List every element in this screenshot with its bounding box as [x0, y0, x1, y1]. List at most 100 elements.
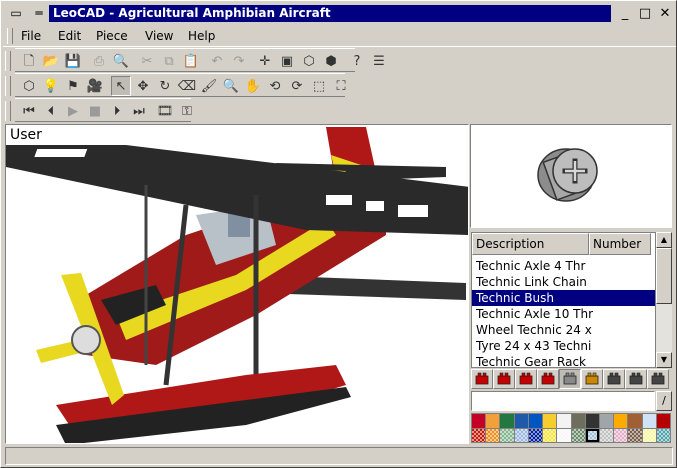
- new-file-icon[interactable]: 🗋: [19, 51, 39, 71]
- properties-icon[interactable]: ☰: [369, 51, 389, 71]
- color-swatch[interactable]: [514, 414, 528, 428]
- transparent-color-swatch[interactable]: [585, 428, 599, 442]
- color-swatch[interactable]: [543, 414, 557, 428]
- move-icon[interactable]: ✥: [133, 76, 153, 96]
- transparent-color-swatch[interactable]: [642, 428, 656, 442]
- stop-icon[interactable]: ■: [85, 101, 105, 121]
- transparent-color-swatch[interactable]: [472, 428, 486, 442]
- color-swatch[interactable]: [628, 414, 642, 428]
- menu-piece[interactable]: Piece: [96, 28, 128, 44]
- piece-library-icon[interactable]: ⬢: [321, 51, 341, 71]
- move-snap-icon[interactable]: ⬡: [299, 51, 319, 71]
- spotlight-icon[interactable]: ⚑: [63, 76, 83, 96]
- piece-list-row[interactable]: Technic Link Chain: [472, 274, 655, 290]
- redo-icon[interactable]: ↷: [229, 51, 249, 71]
- open-folder-icon[interactable]: 📂: [41, 51, 61, 71]
- zoom-region-icon[interactable]: ⬚: [309, 76, 329, 96]
- add-keys-icon[interactable]: ⚿: [177, 101, 197, 121]
- transparent-color-swatch[interactable]: [543, 428, 557, 442]
- first-frame-icon[interactable]: ⏮: [19, 101, 39, 121]
- color-swatch[interactable]: [585, 414, 599, 428]
- print-preview-icon[interactable]: 🔍: [111, 51, 131, 71]
- piece-list-row[interactable]: Tyre 24 x 43 Techni: [472, 338, 655, 354]
- save-icon[interactable]: 💾: [63, 51, 83, 71]
- animation-toolbar-grip[interactable]: [5, 101, 11, 121]
- camera-icon[interactable]: 🎥: [85, 76, 105, 96]
- piece-list-row[interactable]: Technic Bush: [472, 290, 655, 306]
- transparent-color-swatch[interactable]: [614, 428, 628, 442]
- transparent-color-swatch[interactable]: [557, 428, 571, 442]
- color-swatch[interactable]: [614, 414, 628, 428]
- transparent-color-swatch[interactable]: [628, 428, 642, 442]
- color-swatch[interactable]: [656, 414, 670, 428]
- pan-icon[interactable]: ✋: [243, 76, 263, 96]
- menu-edit[interactable]: Edit: [58, 28, 81, 44]
- slope-icon[interactable]: [515, 369, 537, 389]
- menu-file[interactable]: File: [21, 28, 41, 44]
- transparent-color-swatch[interactable]: [656, 428, 670, 442]
- paste-icon[interactable]: 📋: [181, 51, 201, 71]
- menubar-grip[interactable]: [7, 28, 13, 44]
- piece-list-scrollbar[interactable]: ▲ ▼: [656, 232, 672, 368]
- column-description[interactable]: Description: [472, 233, 589, 255]
- light-icon[interactable]: 💡: [41, 76, 61, 96]
- play-icon[interactable]: ▶: [63, 101, 83, 121]
- brick-icon[interactable]: [471, 369, 493, 389]
- lock-axis-icon[interactable]: ▣: [277, 51, 297, 71]
- column-number[interactable]: Number: [589, 233, 651, 255]
- help-icon[interactable]: ?: [347, 51, 367, 71]
- color-swatch[interactable]: [642, 414, 656, 428]
- minimize-button[interactable]: _: [615, 5, 635, 22]
- menu-view[interactable]: View: [145, 28, 173, 44]
- color-swatch[interactable]: [557, 414, 571, 428]
- last-frame-icon[interactable]: ⏭: [129, 101, 149, 121]
- special-brick-icon[interactable]: [537, 369, 559, 389]
- train-icon[interactable]: [625, 369, 647, 389]
- technic-icon[interactable]: [559, 369, 581, 389]
- piece-list-row[interactable]: Technic Axle 4 Thr: [472, 258, 655, 274]
- rotate-view-icon[interactable]: ⟲: [265, 76, 285, 96]
- close-button[interactable]: ✕: [655, 5, 675, 22]
- undo-icon[interactable]: ↶: [207, 51, 227, 71]
- zoom-icon[interactable]: 🔍: [221, 76, 241, 96]
- transparent-color-swatch[interactable]: [486, 428, 500, 442]
- print-icon[interactable]: ⎙: [89, 51, 109, 71]
- snap-icon[interactable]: ✛: [255, 51, 275, 71]
- transparent-color-swatch[interactable]: [514, 428, 528, 442]
- piece-search-dropdown-button[interactable]: /: [656, 391, 672, 411]
- next-frame-icon[interactable]: ⏵: [107, 101, 127, 121]
- add-piece-icon[interactable]: ⬡: [19, 76, 39, 96]
- color-swatch[interactable]: [528, 414, 543, 428]
- baseplate-icon[interactable]: [603, 369, 625, 389]
- piece-list-row[interactable]: Technic Gear Rack: [472, 354, 655, 367]
- color-swatch[interactable]: [472, 414, 486, 428]
- color-swatch[interactable]: [571, 414, 585, 428]
- system-menu-icon[interactable]: ▭: [5, 5, 27, 21]
- model-viewport[interactable]: User: [5, 124, 469, 444]
- minifig-icon[interactable]: [647, 369, 669, 389]
- color-swatch[interactable]: [500, 414, 514, 428]
- transparent-color-swatch[interactable]: [599, 428, 614, 442]
- cut-icon[interactable]: ✂: [137, 51, 157, 71]
- scroll-down-icon[interactable]: ▼: [656, 352, 672, 368]
- color-swatch[interactable]: [599, 414, 614, 428]
- roll-icon[interactable]: ⟳: [287, 76, 307, 96]
- paint-icon[interactable]: 🖌: [199, 76, 219, 96]
- accessory-icon[interactable]: [581, 369, 603, 389]
- animation-mode-icon[interactable]: 🎞: [155, 101, 175, 121]
- eraser-icon[interactable]: ⌫: [177, 76, 197, 96]
- transparent-color-swatch[interactable]: [571, 428, 585, 442]
- select-arrow-icon[interactable]: ↖: [111, 76, 131, 96]
- plate-icon[interactable]: [493, 369, 515, 389]
- scroll-up-icon[interactable]: ▲: [656, 232, 672, 248]
- scroll-thumb[interactable]: [656, 248, 672, 304]
- copy-icon[interactable]: ⧉: [159, 51, 179, 71]
- piece-list-row[interactable]: Technic Axle 10 Thr: [472, 306, 655, 322]
- piece-list-row[interactable]: Wheel Technic 24 x: [472, 322, 655, 338]
- previous-frame-icon[interactable]: ⏴: [41, 101, 61, 121]
- window-shade-icon[interactable]: ═: [31, 5, 47, 21]
- tools-toolbar-grip[interactable]: [5, 76, 11, 96]
- menu-help[interactable]: Help: [188, 28, 215, 44]
- rotate-icon[interactable]: ↻: [155, 76, 175, 96]
- piece-search-input[interactable]: [471, 391, 655, 411]
